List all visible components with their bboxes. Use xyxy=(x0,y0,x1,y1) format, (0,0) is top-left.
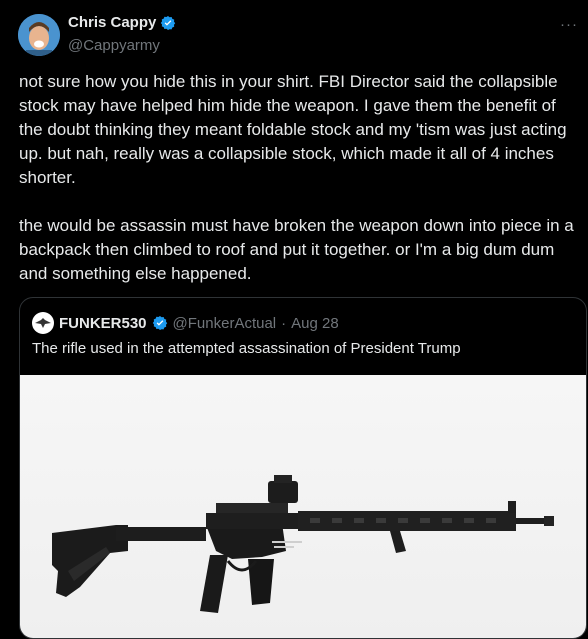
author-name-row: Chris Cappy xyxy=(68,14,176,31)
author-avatar[interactable] xyxy=(18,14,60,56)
quoted-avatar xyxy=(32,312,54,334)
quoted-display-name[interactable]: FUNKER530 xyxy=(59,315,147,332)
author-handle[interactable]: @Cappyarmy xyxy=(68,37,160,54)
tweet-paragraph-2: the would be assassin must have broken t… xyxy=(19,216,574,283)
quoted-header: FUNKER530 @FunkerActual · Aug 28 xyxy=(32,312,339,334)
tweet-paragraph-1: not sure how you hide this in your shirt… xyxy=(19,72,567,187)
quoted-separator: · xyxy=(281,314,287,332)
rifle-image xyxy=(52,475,554,613)
quoted-tweet[interactable]: FUNKER530 @FunkerActual · Aug 28 The rif… xyxy=(19,297,587,639)
funker-logo-icon xyxy=(35,318,51,328)
tweet-card: Chris Cappy @Cappyarmy ··· not sure how … xyxy=(0,0,588,639)
avatar-photo xyxy=(18,14,60,56)
quoted-verified-badge-icon xyxy=(152,316,167,330)
quoted-text: The rifle used in the attempted assassin… xyxy=(32,340,461,357)
quoted-handle[interactable]: @FunkerActual xyxy=(173,315,277,332)
more-options-icon[interactable]: ··· xyxy=(560,16,578,33)
quoted-date[interactable]: Aug 28 xyxy=(291,315,339,332)
quoted-image[interactable] xyxy=(20,375,586,638)
author-display-name[interactable]: Chris Cappy xyxy=(68,14,156,31)
tweet-text: not sure how you hide this in your shirt… xyxy=(19,70,575,286)
verified-badge-icon xyxy=(161,15,176,30)
